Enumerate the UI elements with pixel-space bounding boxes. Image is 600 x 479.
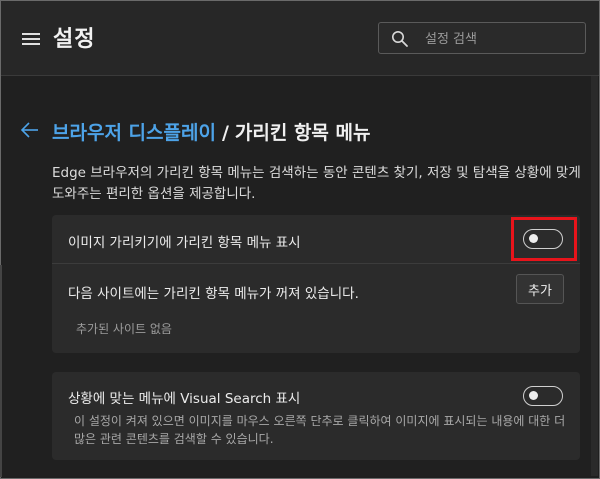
breadcrumb: 브라우저 디스플레이 / 가리킨 항목 메뉴 [52,118,370,145]
visual-search-label: 상황에 맞는 메뉴에 Visual Search 표시 [68,391,301,407]
page-title: 설정 [53,27,96,52]
left-edge-divider [0,265,2,477]
page-description: Edge 브라우저의 가리킨 항목 메뉴는 검색하는 동안 콘텐츠 찾기, 저장… [52,165,581,202]
visual-search-card: 상황에 맞는 메뉴에 Visual Search 표시 이 설정이 켜져 있으면… [52,372,580,460]
highlight-annotation [511,217,577,261]
add-site-button[interactable]: 추가 [516,274,564,304]
toggle-knob [529,391,538,400]
breadcrumb-current: 가리킨 항목 메뉴 [234,122,371,144]
disabled-sites-label: 다음 사이트에는 가리킨 항목 메뉴가 꺼져 있습니다. [68,286,359,302]
settings-header: 설정 [1,1,599,76]
scrollbar[interactable] [591,76,598,476]
back-arrow-icon[interactable] [20,121,40,139]
settings-search-box[interactable] [378,22,586,54]
image-hover-menu-label: 이미지 가리키기에 가리킨 항목 메뉴 표시 [68,235,301,251]
hamburger-menu-icon[interactable] [22,33,40,45]
search-input[interactable] [423,28,577,50]
visual-search-description: 이 설정이 켜져 있으면 이미지를 마우스 오른쪽 단추로 클릭하여 이미지에 … [74,414,566,446]
no-sites-text: 추가된 사이트 없음 [76,322,172,336]
breadcrumb-separator: / [221,122,229,144]
card-divider [52,263,580,264]
hover-menu-card: 이미지 가리키기에 가리킨 항목 메뉴 표시 다음 사이트에는 가리킨 항목 메… [52,215,580,353]
visual-search-toggle[interactable] [523,386,563,406]
search-icon [392,31,408,47]
breadcrumb-link-browser-display[interactable]: 브라우저 디스플레이 [52,122,216,144]
